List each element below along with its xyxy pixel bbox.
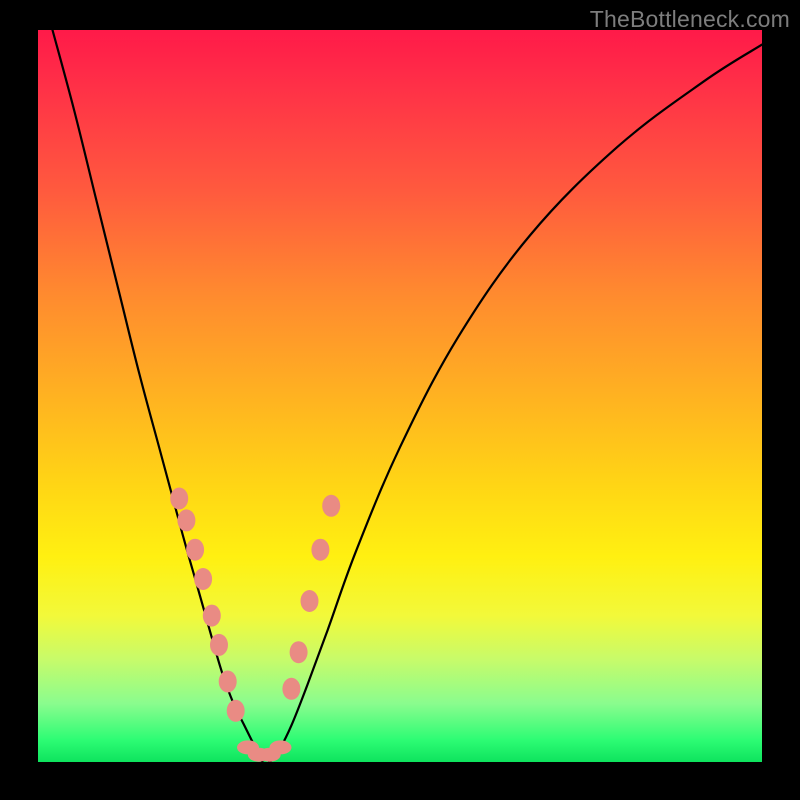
plot-area — [38, 30, 762, 762]
marker-left_cluster — [227, 700, 245, 722]
marker-left_cluster — [177, 509, 195, 531]
marker-left_cluster — [170, 488, 188, 510]
marker-right_cluster — [322, 495, 340, 517]
marker-right_cluster — [301, 590, 319, 612]
marker-right_cluster — [311, 539, 329, 561]
chart-frame: TheBottleneck.com — [0, 0, 800, 800]
marker-layer — [170, 488, 340, 762]
marker-left_cluster — [194, 568, 212, 590]
bottleneck-curve — [53, 30, 763, 764]
curve-layer — [38, 30, 762, 762]
marker-left_cluster — [219, 671, 237, 693]
marker-bottom_cluster — [270, 740, 292, 754]
marker-right_cluster — [290, 641, 308, 663]
marker-left_cluster — [203, 605, 221, 627]
marker-left_cluster — [210, 634, 228, 656]
marker-left_cluster — [186, 539, 204, 561]
watermark-text: TheBottleneck.com — [590, 6, 790, 33]
marker-right_cluster — [282, 678, 300, 700]
